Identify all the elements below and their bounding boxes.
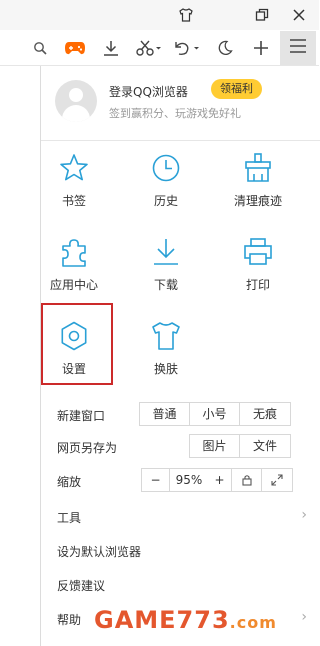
- chevron-right-icon: ›: [301, 507, 307, 523]
- restore-icon[interactable]: [252, 5, 272, 25]
- save-as-image-button[interactable]: 图片: [190, 435, 240, 457]
- new-window-incognito-button[interactable]: 无痕: [240, 403, 290, 425]
- save-page-label: 网页另存为: [57, 441, 118, 455]
- printer-icon: [242, 236, 274, 268]
- zoom-value: 95%: [175, 473, 203, 487]
- puzzle-icon: [58, 236, 90, 268]
- menu-item-history[interactable]: 历史: [126, 152, 206, 222]
- menu-item-download[interactable]: 下载: [126, 236, 206, 306]
- menu-item-print[interactable]: 打印: [218, 236, 298, 306]
- save-page-options: 图片 文件: [189, 434, 291, 458]
- menu-item-feedback[interactable]: 反馈建议: [57, 572, 307, 596]
- toolbar: [0, 30, 319, 66]
- download-icon[interactable]: [100, 37, 122, 59]
- user-subtitle: 签到赢积分、玩游戏免好礼: [109, 107, 241, 120]
- zoom-controls: − 95% +: [141, 468, 293, 492]
- menu-item-label: 反馈建议: [57, 579, 106, 593]
- gift-button[interactable]: 领福利: [211, 79, 262, 99]
- search-icon[interactable]: [30, 37, 50, 59]
- download-icon: [150, 236, 182, 268]
- moon-icon[interactable]: [214, 37, 236, 59]
- watermark-text: GAME773: [94, 606, 230, 634]
- new-window-normal-button[interactable]: 普通: [140, 403, 190, 425]
- save-page-row: 网页另存为 图片 文件: [57, 434, 307, 458]
- avatar[interactable]: [55, 80, 97, 122]
- zoom-in-button[interactable]: +: [208, 469, 232, 491]
- lock-zoom-button[interactable]: [232, 469, 262, 491]
- close-icon[interactable]: [289, 5, 309, 25]
- menu-item-label: 帮助: [57, 613, 82, 627]
- main-menu-panel: 登录QQ浏览器 领福利 签到赢积分、玩游戏免好礼 书签 历史 清理痕迹 应用中心…: [40, 66, 320, 646]
- shirt-icon[interactable]: [176, 5, 196, 25]
- menu-item-label: 工具: [57, 511, 82, 525]
- zoom-row: 缩放 − 95% +: [57, 468, 307, 492]
- divider: [41, 140, 320, 141]
- menu-item-label: 换肤: [153, 362, 178, 376]
- menu-item-label: 书签: [61, 194, 86, 208]
- menu-item-label: 清理痕迹: [233, 194, 282, 208]
- scissors-icon[interactable]: [134, 37, 164, 59]
- menu-item-clear-traces[interactable]: 清理痕迹: [218, 152, 298, 222]
- menu-item-set-default-browser[interactable]: 设为默认浏览器: [57, 538, 307, 562]
- menu-item-label: 设为默认浏览器: [57, 545, 142, 559]
- new-window-small-button[interactable]: 小号: [190, 403, 240, 425]
- login-link[interactable]: 登录QQ浏览器: [109, 83, 188, 100]
- watermark: GAME773.com: [94, 606, 277, 634]
- lock-icon: [241, 475, 252, 486]
- zoom-out-button[interactable]: −: [142, 469, 170, 491]
- menu-item-skin[interactable]: 换肤: [126, 320, 206, 390]
- star-icon: [58, 152, 90, 184]
- title-bar: [0, 0, 319, 30]
- zoom-label: 缩放: [57, 475, 82, 489]
- menu-item-label: 历史: [153, 194, 178, 208]
- watermark-suffix: .com: [229, 613, 277, 632]
- menu-button[interactable]: [280, 31, 316, 65]
- menu-item-label: 下载: [153, 278, 178, 292]
- menu-item-label: 应用中心: [49, 278, 98, 292]
- clock-icon: [150, 152, 182, 184]
- user-section: 登录QQ浏览器 领福利 签到赢积分、玩游戏免好礼: [55, 78, 305, 128]
- new-window-row: 新建窗口 普通 小号 无痕: [57, 402, 307, 426]
- menu-item-bookmarks[interactable]: 书签: [34, 152, 114, 222]
- expand-icon: [271, 474, 283, 486]
- menu-icon: [289, 38, 307, 58]
- fullscreen-button[interactable]: [262, 469, 292, 491]
- broom-icon: [242, 152, 274, 184]
- settings-highlight-box: [41, 303, 113, 385]
- menu-item-tools[interactable]: 工具 ›: [57, 504, 307, 528]
- chevron-right-icon: ›: [301, 609, 307, 625]
- menu-item-label: 打印: [245, 278, 270, 292]
- menu-item-app-center[interactable]: 应用中心: [34, 236, 114, 306]
- new-window-options: 普通 小号 无痕: [139, 402, 291, 426]
- undo-icon[interactable]: [170, 37, 202, 59]
- new-window-label: 新建窗口: [57, 409, 106, 423]
- plus-icon[interactable]: [250, 37, 272, 59]
- game-icon[interactable]: [62, 37, 88, 59]
- shirt-icon: [150, 320, 182, 352]
- save-as-file-button[interactable]: 文件: [240, 435, 290, 457]
